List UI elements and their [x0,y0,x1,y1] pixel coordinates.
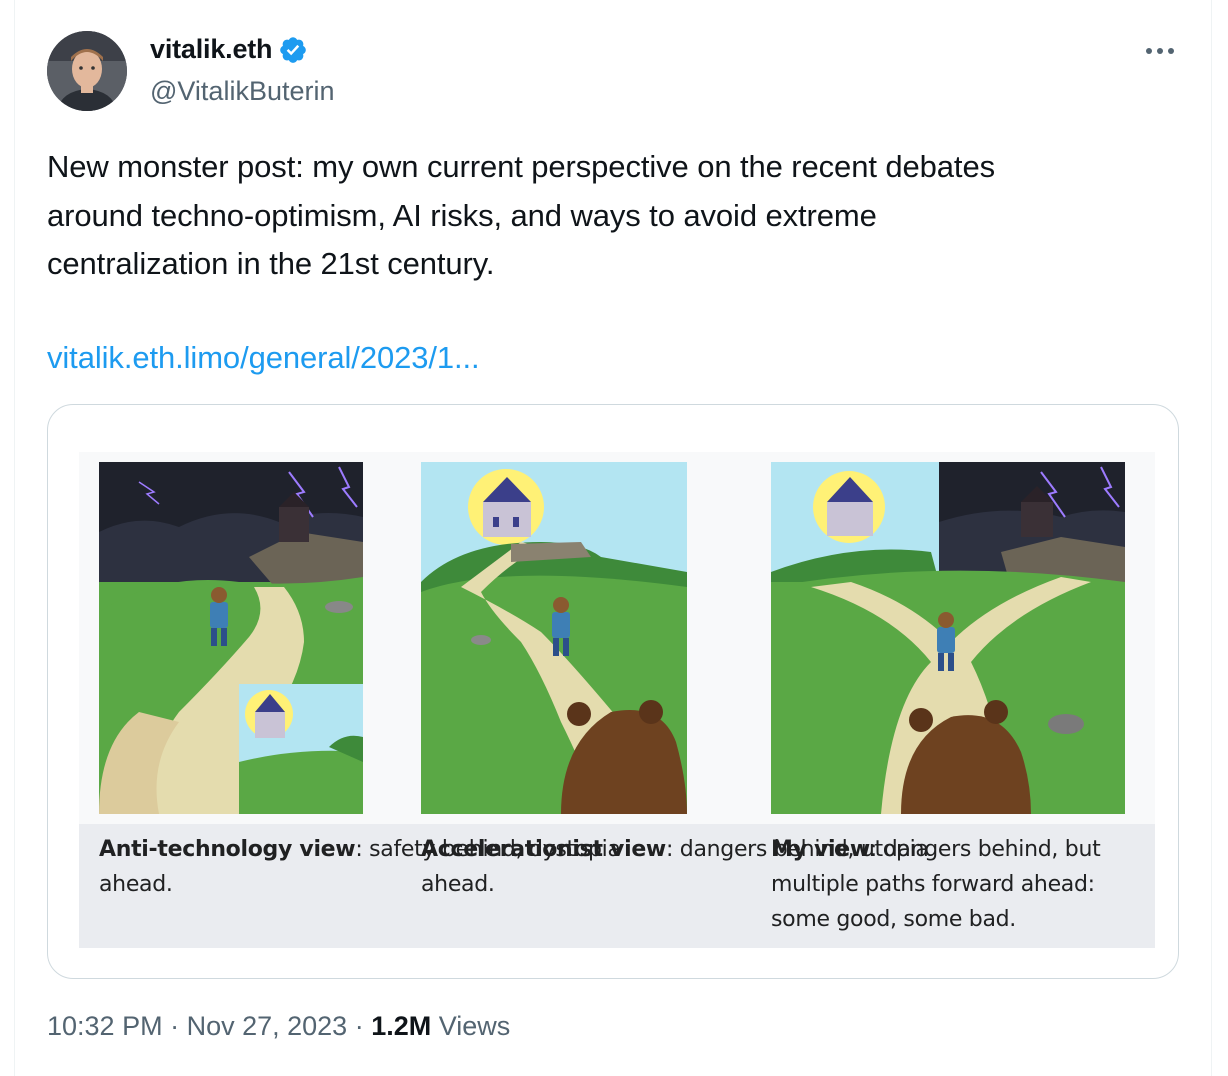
more-options-icon[interactable] [1140,36,1180,66]
caption-title: My view [771,837,870,862]
media-card[interactable]: Anti-technology view: safety behind, dys… [47,404,1179,979]
caption-title: Accelerationist view [421,837,666,862]
tweet-date[interactable]: Nov 27, 2023 [187,1011,348,1042]
display-name[interactable]: vitalik.eth [150,34,273,65]
caption-title: Anti-technology view [99,837,356,862]
caption-text: multiple paths forward ahead: [771,872,1095,897]
avatar[interactable] [47,31,127,111]
meta-separator: · [347,1011,372,1041]
author-name-row[interactable]: vitalik.eth [150,34,308,65]
tweet-meta: 10:32 PM · Nov 27, 2023 · 1.2M Views [47,1011,510,1042]
accelerationist-illustration [421,462,687,814]
views-count: 1.2M [371,1011,432,1041]
author-handle[interactable]: @VitalikButerin [150,76,335,107]
tweet-text-line: around techno-optimism, AI risks, and wa… [47,197,877,233]
tweet-text-line: centralization in the 21st century. [47,246,495,281]
anti-technology-illustration [99,462,363,814]
views-label: Views [431,1011,511,1041]
verified-badge-icon [280,36,307,63]
my-view-illustration [771,462,1125,814]
tweet-text: New monster post: my own current perspec… [47,143,1157,289]
caption-text: dangers behind, but [877,837,1101,862]
tweet-time[interactable]: 10:32 PM [47,1011,163,1042]
tweet-text-line: New monster post: my own current perspec… [47,149,995,184]
media-image: Anti-technology view: safety behind, dys… [79,452,1155,948]
meta-separator: · [162,1011,187,1041]
tweet-link[interactable]: vitalik.eth.limo/general/2023/1... [47,334,480,382]
caption-colon: : [869,837,878,862]
caption-my-view: My view: dangers behind, but multiple pa… [771,832,1101,937]
caption-text: some good, some bad. [771,907,1017,932]
